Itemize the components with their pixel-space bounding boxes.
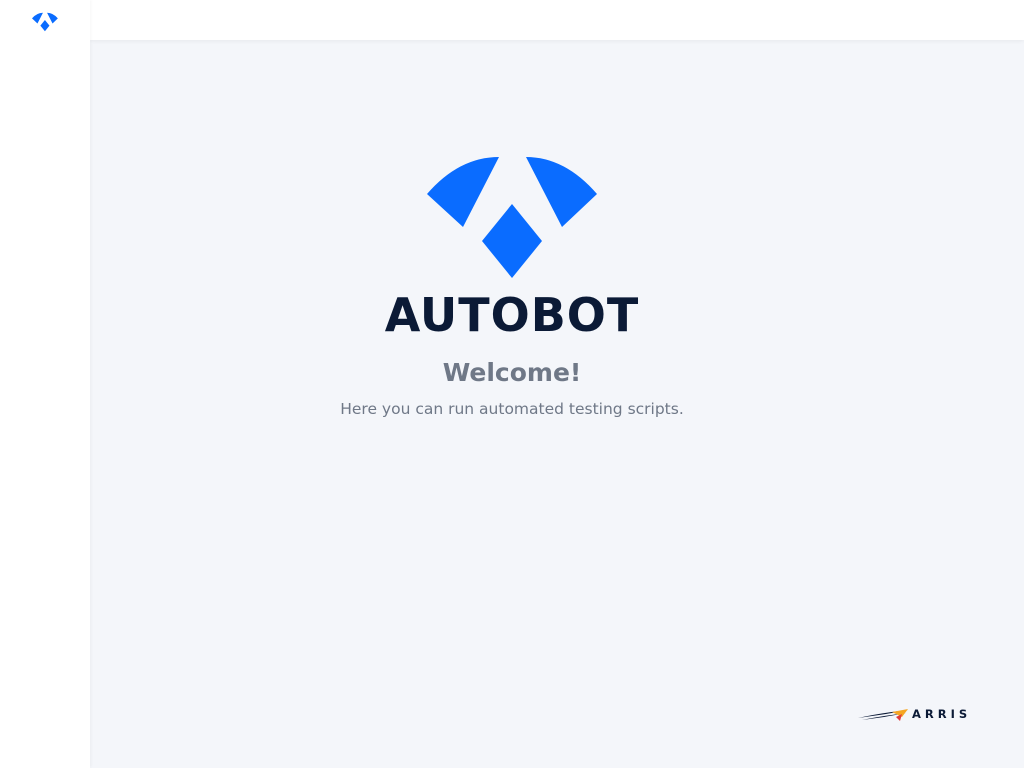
welcome-subtitle: Here you can run automated testing scrip… <box>340 400 684 418</box>
footer-brand-name: ARRIS <box>912 707 972 721</box>
main-content: AUTOBOT Welcome! Here you can run automa… <box>90 40 1024 768</box>
welcome-title: Welcome! <box>442 358 582 387</box>
arris-logo: ARRIS <box>858 704 983 726</box>
top-bar <box>90 0 1024 40</box>
sidebar <box>0 0 90 768</box>
brand-name: AUTOBOT <box>384 288 640 342</box>
arris-swoosh-icon <box>858 709 908 721</box>
autobot-logo-icon <box>427 157 597 278</box>
autobot-logo-icon[interactable] <box>32 12 58 32</box>
